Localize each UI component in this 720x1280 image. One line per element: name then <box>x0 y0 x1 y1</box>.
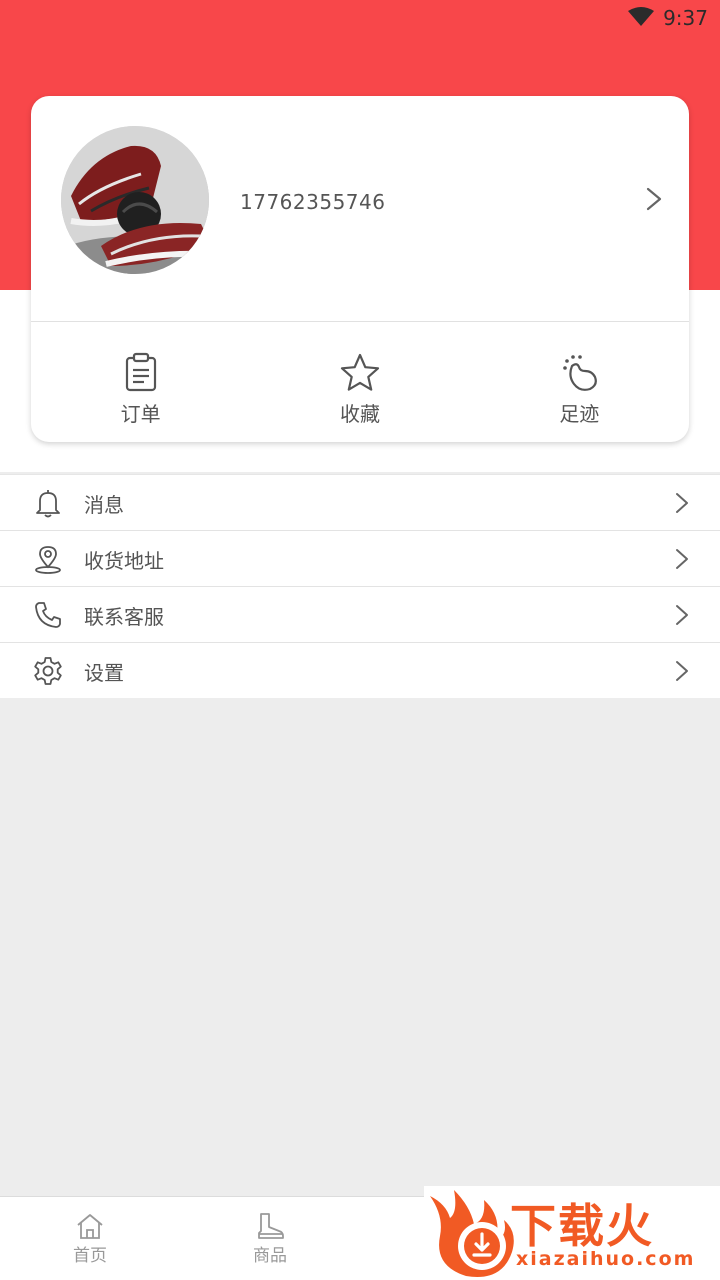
watermark: 下载火 xiazaihuo.com <box>424 1186 720 1280</box>
gear-icon <box>34 657 62 685</box>
quick-actions: 订单 收藏 足迹 <box>31 322 689 442</box>
watermark-url: xiazaihuo.com <box>516 1248 696 1270</box>
home-icon <box>77 1214 103 1239</box>
boot-icon <box>258 1213 284 1239</box>
menu-label-customer-service: 联系客服 <box>84 605 164 629</box>
footprints-button[interactable]: 足迹 <box>470 322 689 442</box>
chevron-right-icon <box>676 549 688 569</box>
menu-label-address: 收货地址 <box>84 549 164 573</box>
app-screen: 9:37 17762355746 订单 收藏 足迹 消息 收货地址 联系客服 设… <box>0 0 720 1280</box>
chevron-right-icon <box>676 493 688 513</box>
sneaker-photo <box>61 126 209 274</box>
avatar[interactable] <box>61 126 209 274</box>
footprint-icon <box>563 355 598 391</box>
settings-menu: 消息 收货地址 联系客服 设置 <box>0 474 720 698</box>
user-phone-number[interactable]: 17762355746 <box>240 190 385 214</box>
profile-card[interactable]: 17762355746 订单 收藏 足迹 <box>31 96 689 442</box>
tab-goods-label: 商品 <box>253 1246 287 1266</box>
orders-button[interactable]: 订单 <box>31 322 250 442</box>
tab-goods[interactable]: 商品 <box>225 1211 315 1266</box>
footprints-label: 足迹 <box>559 402 600 426</box>
menu-item-address[interactable]: 收货地址 <box>0 530 720 586</box>
menu-item-customer-service[interactable]: 联系客服 <box>0 586 720 642</box>
chevron-right-icon <box>676 605 688 625</box>
clipboard-icon <box>125 352 156 392</box>
menu-label-messages: 消息 <box>84 493 124 517</box>
phone-icon <box>35 602 61 628</box>
star-icon <box>340 353 380 391</box>
status-time: 9:37 <box>663 6 708 30</box>
favorites-button[interactable]: 收藏 <box>250 322 469 442</box>
favorites-label: 收藏 <box>339 402 380 426</box>
chevron-right-icon[interactable] <box>645 186 663 212</box>
location-pin-icon <box>35 546 61 574</box>
orders-label: 订单 <box>120 402 161 426</box>
menu-item-messages[interactable]: 消息 <box>0 474 720 530</box>
tab-home-label: 首页 <box>73 1246 107 1266</box>
menu-label-settings: 设置 <box>84 661 124 685</box>
watermark-title: 下载火 <box>510 1199 654 1253</box>
wifi-icon <box>628 7 654 26</box>
chevron-right-icon <box>676 661 688 681</box>
tab-home[interactable]: 首页 <box>45 1211 135 1266</box>
status-bar: 9:37 <box>0 0 720 36</box>
flame-logo-icon <box>430 1190 514 1277</box>
menu-item-settings[interactable]: 设置 <box>0 642 720 698</box>
bell-icon <box>36 490 60 518</box>
